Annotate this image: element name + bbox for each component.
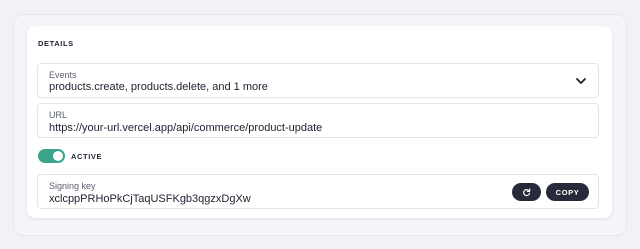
events-label: Events — [49, 70, 77, 80]
events-select[interactable]: Events products.create, products.delete,… — [37, 63, 599, 98]
url-field[interactable]: URL https://your-url.vercel.app/api/comm… — [37, 103, 599, 138]
details-card: DETAILS Events products.create, products… — [27, 26, 612, 218]
url-label: URL — [49, 110, 68, 120]
toggle-knob — [53, 151, 63, 161]
signing-key-field: Signing key xclcppPRHoPkCjTaqUSFKgb3qgzx… — [37, 174, 599, 209]
chevron-down-icon[interactable] — [574, 74, 588, 88]
url-value[interactable]: https://your-url.vercel.app/api/commerce… — [49, 122, 322, 134]
refresh-key-button[interactable] — [512, 183, 541, 201]
signing-key-value: xclcppPRHoPkCjTaqUSFKgb3qgzxDgXw — [49, 193, 251, 205]
active-toggle[interactable] — [38, 149, 65, 163]
events-value: products.create, products.delete, and 1 … — [49, 81, 268, 93]
active-label: ACTIVE — [71, 152, 103, 161]
section-title: DETAILS — [38, 39, 74, 48]
refresh-icon — [523, 187, 531, 196]
copy-button[interactable]: COPY — [546, 183, 589, 201]
signing-key-label: Signing key — [49, 181, 96, 191]
